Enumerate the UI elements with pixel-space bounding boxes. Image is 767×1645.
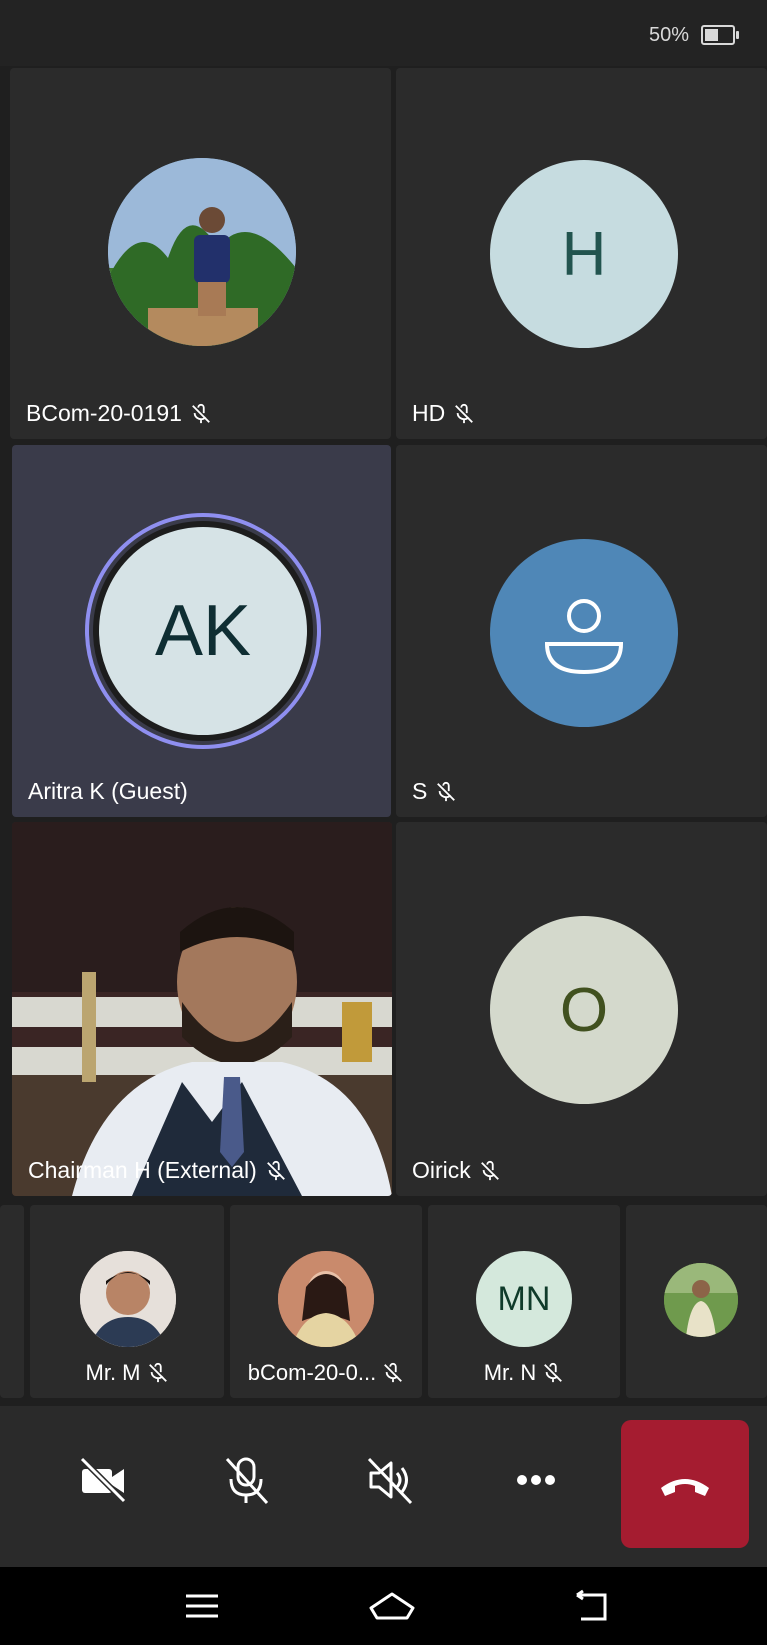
- system-nav-bar: [0, 1567, 767, 1645]
- hang-up-icon: [661, 1479, 709, 1496]
- mic-off-icon: [225, 1457, 269, 1505]
- participant-strip-tile[interactable]: Mr. M: [30, 1205, 224, 1398]
- participant-strip-tile[interactable]: bCom-20-0...: [230, 1205, 422, 1398]
- participant-tile[interactable]: O Oirick: [396, 822, 767, 1196]
- home-icon: [369, 1592, 415, 1620]
- avatar: O: [490, 916, 678, 1104]
- participant-strip-tile[interactable]: [626, 1205, 767, 1398]
- mic-off-icon: [148, 1362, 167, 1383]
- back-button[interactable]: [568, 1585, 618, 1627]
- participant-strip-left-edge: [0, 1205, 24, 1398]
- participant-name: BCom-20-0191: [26, 400, 182, 426]
- mic-off-icon: [266, 1160, 285, 1180]
- participant-name: Mr. N: [483, 1360, 537, 1385]
- avatar: [278, 1251, 374, 1347]
- participant-tile[interactable]: H HD: [396, 68, 767, 439]
- more-options-button[interactable]: [496, 1440, 576, 1520]
- mic-off-icon: [480, 1160, 499, 1180]
- participant-tile[interactable]: S: [396, 445, 767, 817]
- battery-icon: [701, 25, 739, 45]
- recents-button[interactable]: [177, 1585, 227, 1627]
- menu-icon: [186, 1594, 218, 1618]
- participant-name: Chairman H (External): [28, 1157, 257, 1183]
- person-icon: [544, 599, 624, 675]
- more-icon: [517, 1475, 555, 1485]
- camera-toggle-button[interactable]: [63, 1440, 143, 1520]
- participant-tile-active[interactable]: AK Aritra K (Guest): [12, 445, 391, 817]
- battery-percent: 50%: [648, 24, 689, 46]
- speaker-toggle-button[interactable]: [350, 1440, 430, 1520]
- avatar: [80, 1251, 176, 1347]
- participant-video-tile[interactable]: Chairman H (External): [12, 822, 392, 1196]
- participant-name: Oirick: [412, 1157, 471, 1183]
- video-feed: [12, 822, 392, 1196]
- participant-name: S: [412, 778, 428, 804]
- avatar: AK: [93, 521, 313, 741]
- participant-name: bCom-20-0...: [247, 1360, 377, 1385]
- mic-off-icon: [437, 781, 456, 801]
- mic-toggle-button[interactable]: [206, 1440, 286, 1520]
- mic-off-icon: [455, 403, 474, 423]
- mic-off-icon: [384, 1362, 403, 1383]
- speaker-off-icon: [367, 1457, 413, 1505]
- mic-off-icon: [192, 403, 210, 423]
- back-icon: [576, 1589, 607, 1621]
- participant-tile[interactable]: BCom-20-0191: [10, 68, 391, 439]
- avatar: [108, 158, 296, 346]
- mic-off-icon: [544, 1362, 563, 1383]
- avatar: H: [490, 160, 678, 348]
- avatar: [664, 1263, 738, 1337]
- home-button[interactable]: [367, 1585, 417, 1627]
- participant-name: HD: [412, 400, 446, 426]
- camera-off-icon: [79, 1456, 127, 1504]
- end-call-button[interactable]: [621, 1420, 749, 1548]
- participant-name: Mr. M: [85, 1360, 141, 1385]
- participant-name: Aritra K (Guest): [28, 778, 188, 804]
- status-bar: 50%: [0, 0, 767, 66]
- participant-strip-tile[interactable]: MN Mr. N: [428, 1205, 620, 1398]
- call-controls: [0, 1406, 767, 1567]
- avatar: MN: [476, 1251, 572, 1347]
- avatar: [490, 539, 678, 727]
